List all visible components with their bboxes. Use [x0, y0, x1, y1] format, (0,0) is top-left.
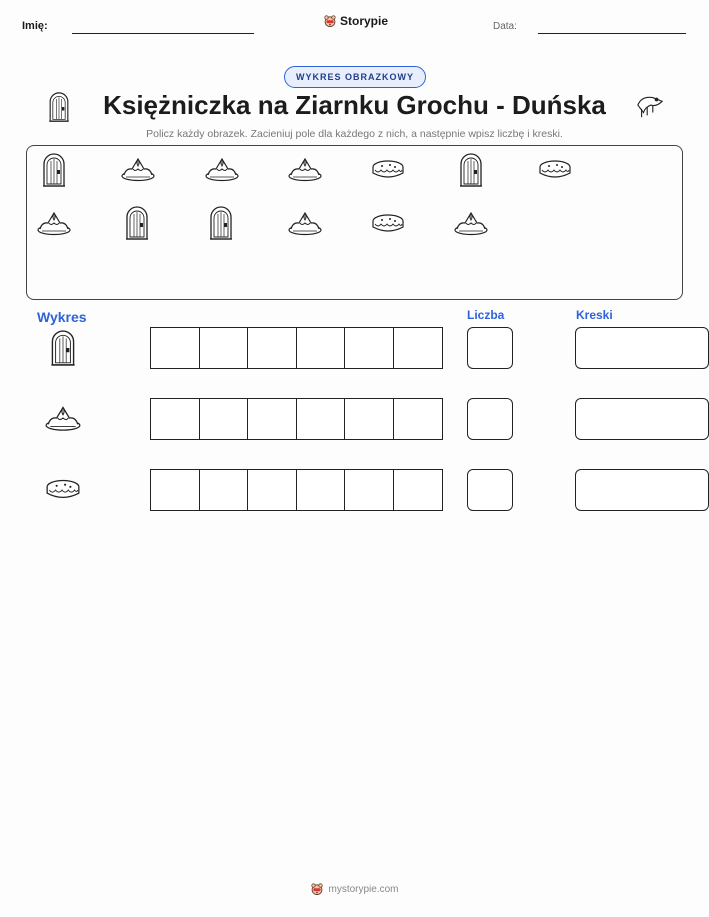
shade-cell[interactable] — [392, 469, 443, 511]
footer-url: mystorypie.com — [328, 883, 399, 895]
pie-icon — [537, 158, 573, 182]
shade-cell[interactable] — [392, 398, 443, 440]
shade-cell[interactable] — [344, 469, 394, 511]
shade-cell[interactable] — [247, 327, 297, 369]
door-icon — [124, 206, 150, 240]
door-icon — [208, 206, 234, 240]
shade-cell[interactable] — [392, 327, 443, 369]
picture-count-box — [26, 145, 683, 300]
crown-icon — [36, 210, 72, 236]
shade-cell[interactable] — [247, 398, 297, 440]
crown-icon — [204, 156, 240, 182]
door-icon — [458, 153, 484, 187]
bear-icon — [310, 882, 324, 896]
tally-heading: Kreski — [576, 308, 613, 322]
shade-cell[interactable] — [295, 327, 346, 369]
shade-cell[interactable] — [344, 327, 394, 369]
shade-cell[interactable] — [344, 398, 394, 440]
crown-icon — [287, 156, 323, 182]
harp-icon — [634, 92, 666, 120]
pie-count-input[interactable] — [467, 469, 513, 511]
crown-icon — [44, 404, 82, 432]
count-heading: Liczba — [467, 308, 505, 322]
bear-icon — [323, 14, 337, 28]
crown-shading-row — [150, 398, 443, 440]
pie-shading-row — [150, 469, 443, 511]
shade-cell[interactable] — [198, 398, 249, 440]
worksheet-type-badge: WYKRES OBRAZKOWY — [284, 66, 426, 88]
shade-cell[interactable] — [295, 469, 346, 511]
pie-icon — [370, 158, 406, 182]
page-title: Księżniczka na Ziarnku Grochu - Duńska — [103, 90, 606, 120]
shade-cell[interactable] — [247, 469, 297, 511]
shade-cell[interactable] — [198, 327, 249, 369]
crown-tally-input[interactable] — [575, 398, 709, 440]
shade-cell[interactable] — [150, 327, 200, 369]
brand-logo: Storypie — [323, 14, 388, 28]
chart-heading: Wykres — [37, 309, 87, 325]
crown-icon — [120, 156, 156, 182]
instructions: Policz każdy obrazek. Zacieniuj pole dla… — [146, 128, 563, 140]
shade-cell[interactable] — [150, 398, 200, 440]
footer: mystorypie.com — [0, 882, 709, 896]
door-tally-input[interactable] — [575, 327, 709, 369]
shade-cell[interactable] — [150, 469, 200, 511]
door-icon — [49, 330, 77, 366]
door-count-input[interactable] — [467, 327, 513, 369]
name-label: Imię: — [22, 20, 48, 32]
name-input-line[interactable] — [72, 33, 254, 34]
pie-icon — [44, 477, 82, 503]
pie-icon — [370, 212, 406, 236]
crown-icon — [453, 210, 489, 236]
shade-cell[interactable] — [295, 398, 346, 440]
door-icon — [41, 153, 67, 187]
crown-count-input[interactable] — [467, 398, 513, 440]
shade-cell[interactable] — [198, 469, 249, 511]
date-label: Data: — [493, 21, 517, 32]
date-input-line[interactable] — [538, 33, 686, 34]
brand-name: Storypie — [340, 14, 389, 28]
pie-tally-input[interactable] — [575, 469, 709, 511]
door-shading-row — [150, 327, 443, 369]
crown-icon — [287, 210, 323, 236]
